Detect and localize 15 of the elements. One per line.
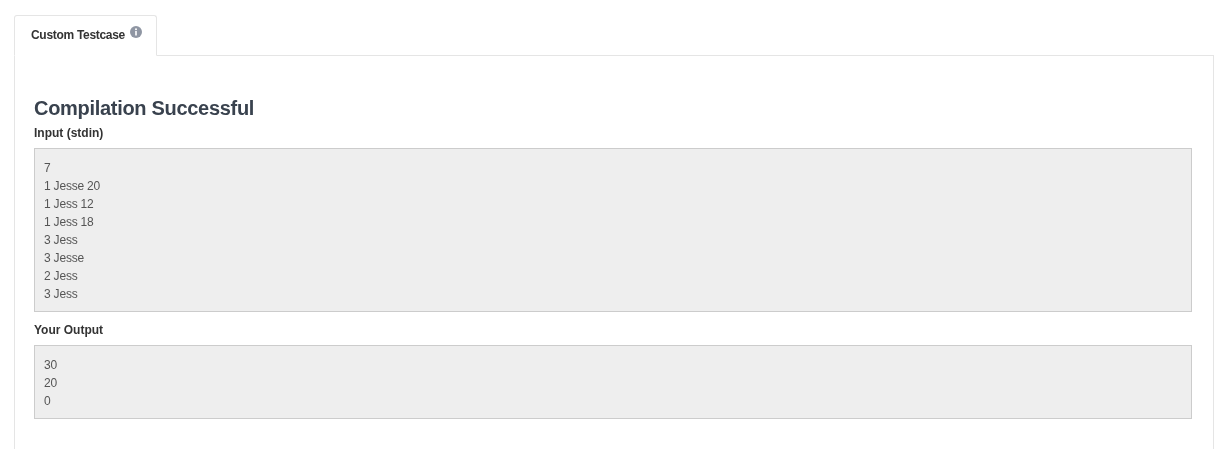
console-line: 2 Jess [44, 268, 79, 285]
console-line: 1 Jesse 20 [44, 178, 102, 195]
console-line: 3 Jess [44, 232, 79, 249]
console-line: 0 [44, 393, 52, 410]
tab[interactable]: Custom Testcase [14, 15, 157, 56]
console-line: 7 [44, 160, 52, 177]
section-label: Input (stdin) [34, 125, 105, 141]
console-line: 20 [44, 375, 58, 392]
console-line: 30 [44, 357, 58, 374]
console-line: 3 Jesse [44, 250, 85, 267]
console-line: 3 Jess [44, 286, 79, 303]
console-line: 1 Jess 18 [44, 214, 95, 231]
result-heading: Compilation Successful [34, 96, 256, 121]
section-label: Your Output [34, 322, 105, 338]
console-line: 1 Jess 12 [44, 196, 95, 213]
